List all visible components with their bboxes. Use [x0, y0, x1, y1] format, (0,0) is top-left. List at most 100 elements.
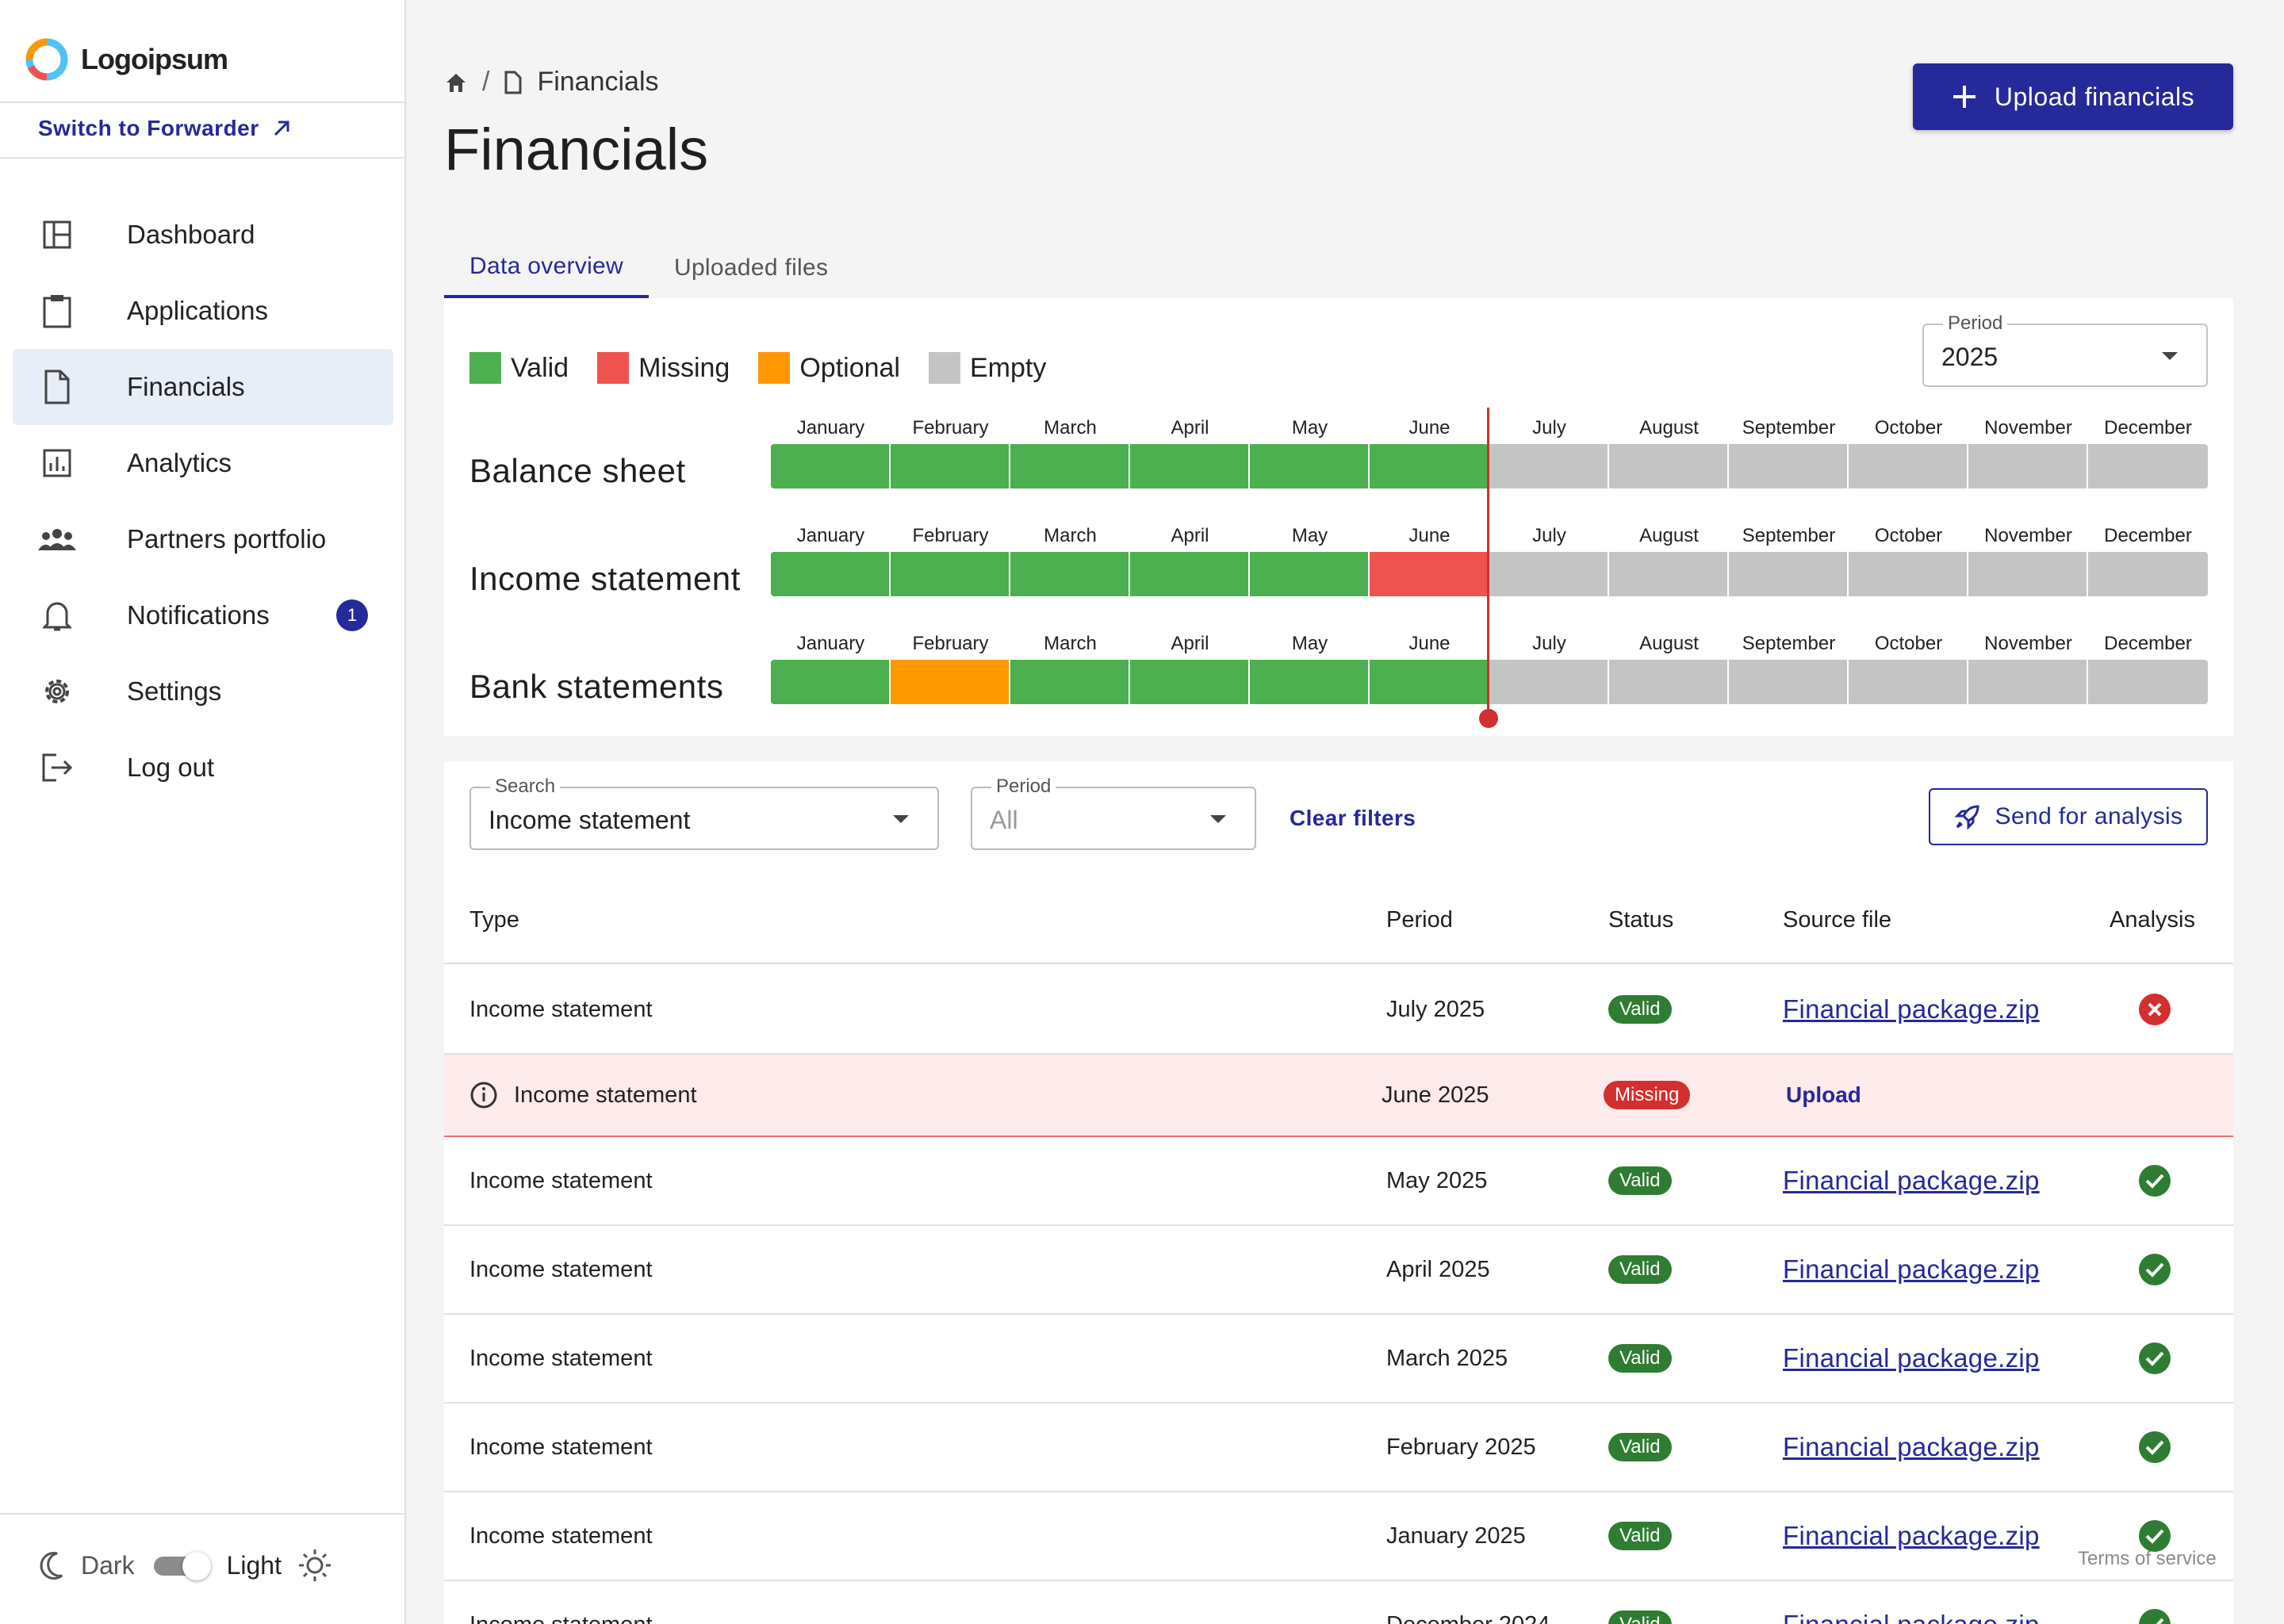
document-icon [504, 71, 522, 94]
sidebar: Logoipsum Switch to Forwarder Dashboard … [0, 0, 406, 1624]
timeline-segment-valid[interactable] [1130, 660, 1250, 704]
source-file-link[interactable]: Financial package.zip [1783, 1166, 2040, 1196]
timeline-segment-empty[interactable] [1609, 552, 1729, 596]
source-file-link[interactable]: Financial package.zip [1783, 1432, 2040, 1462]
timeline-segment-empty[interactable] [1849, 552, 1968, 596]
upload-financials-button[interactable]: Upload financials [1913, 63, 2233, 130]
column-header-analysis[interactable]: Analysis [2110, 875, 2195, 964]
month-label: August [1639, 525, 1699, 546]
source-file-link[interactable]: Financial package.zip [1783, 1610, 2040, 1624]
timeline-segment-valid[interactable] [891, 444, 1010, 488]
sidebar-item-partners-portfolio[interactable]: Partners portfolio [13, 501, 393, 577]
sidebar-item-analytics[interactable]: Analytics [13, 425, 393, 501]
timeline-segment-empty[interactable] [1968, 552, 2088, 596]
tab-uploaded-files[interactable]: Uploaded files [649, 238, 853, 298]
sidebar-item-label: Log out [127, 753, 215, 782]
terms-of-service-link[interactable]: Terms of service [2078, 1548, 2217, 1570]
source-file-link[interactable]: Financial package.zip [1783, 1521, 2040, 1551]
month-label: November [1984, 417, 2072, 439]
switch-to-forwarder-link[interactable]: Switch to Forwarder [38, 116, 293, 141]
timeline-segment-empty[interactable] [2088, 660, 2208, 704]
rocket-icon [1953, 805, 1979, 830]
month-label: February [912, 633, 989, 654]
sidebar-item-financials[interactable]: Financials [13, 349, 393, 425]
timeline-segment-empty[interactable] [1489, 552, 1609, 596]
sidebar-divider [0, 102, 406, 103]
sidebar-item-settings[interactable]: Settings [13, 653, 393, 730]
timeline-segment-valid[interactable] [771, 444, 891, 488]
logo[interactable]: Logoipsum [24, 36, 228, 82]
timeline-segment-empty[interactable] [1849, 444, 1968, 488]
cell-type: Income statement [469, 1434, 653, 1460]
column-header-period[interactable]: Period [1386, 875, 1453, 964]
timeline-segment-empty[interactable] [1968, 444, 2088, 488]
timeline-segment-empty[interactable] [1609, 444, 1729, 488]
timeline-segment-valid[interactable] [771, 552, 891, 596]
sidebar-item-notifications[interactable]: Notifications 1 [13, 577, 393, 653]
table-header: Type Period Status Source file Analysis [444, 875, 2233, 964]
current-month-marker [1487, 408, 1489, 718]
timeline-segment-valid[interactable] [1250, 552, 1370, 596]
tab-data-overview[interactable]: Data overview [444, 238, 649, 298]
source-file-link[interactable]: Financial package.zip [1783, 994, 2040, 1025]
overview-period-select[interactable]: Period 2025 [1922, 312, 2208, 387]
timeline-segment-optional[interactable] [891, 660, 1010, 704]
timeline-segment-empty[interactable] [1489, 444, 1609, 488]
timeline-segment-valid[interactable] [1010, 660, 1130, 704]
table-row[interactable]: Income statement April 2025 Valid Financial… [444, 1226, 2233, 1315]
timeline-segment-empty[interactable] [1729, 660, 1849, 704]
sidebar-item-applications[interactable]: Applications [13, 273, 393, 349]
month-label: February [912, 525, 989, 546]
timeline-segment-valid[interactable] [1370, 444, 1489, 488]
table-row[interactable]: Income statement December 2024 Valid Financ… [444, 1581, 2233, 1624]
sidebar-item-label: Analytics [127, 448, 232, 477]
month-label: October [1874, 417, 1943, 439]
month-label: July [1532, 417, 1566, 439]
timeline-segment-empty[interactable] [1489, 660, 1609, 704]
timeline-segment-empty[interactable] [1729, 444, 1849, 488]
table-row[interactable]: Income statement July 2025 Valid Financial … [444, 966, 2233, 1055]
timeline-segment-empty[interactable] [1968, 660, 2088, 704]
table-row[interactable]: Income statement May 2025 Valid Financial p… [444, 1137, 2233, 1226]
timeline-segment-valid[interactable] [891, 552, 1010, 596]
bar-chart-icon [38, 444, 76, 482]
timeline-segment-missing[interactable] [1370, 552, 1489, 596]
timeline-segment-valid[interactable] [1370, 660, 1489, 704]
timeline-segment-empty[interactable] [1729, 552, 1849, 596]
timeline-segment-valid[interactable] [1250, 660, 1370, 704]
period-filter-select[interactable]: Period All [971, 776, 1256, 850]
month-label: March [1044, 417, 1097, 439]
source-file-link[interactable]: Financial package.zip [1783, 1343, 2040, 1373]
timeline-segment-valid[interactable] [1130, 444, 1250, 488]
timeline-segment-empty[interactable] [1609, 660, 1729, 704]
home-icon[interactable] [444, 71, 468, 94]
timeline-segment-empty[interactable] [2088, 552, 2208, 596]
search-select[interactable]: Search Income statement [469, 776, 939, 850]
table-row[interactable]: Income statement March 2025 Valid Financial… [444, 1315, 2233, 1404]
column-header-status[interactable]: Status [1608, 875, 1673, 964]
timeline-segment-valid[interactable] [1010, 444, 1130, 488]
table-row[interactable]: Income statement January 2025 Valid Financi… [444, 1492, 2233, 1581]
cell-analysis [2138, 1315, 2171, 1402]
column-header-source-file[interactable]: Source file [1783, 875, 1891, 964]
timeline-segment-valid[interactable] [1010, 552, 1130, 596]
timeline-segment-valid[interactable] [771, 660, 891, 704]
sidebar-item-log-out[interactable]: Log out [13, 730, 393, 806]
sidebar-item-dashboard[interactable]: Dashboard [13, 197, 393, 273]
clear-filters-link[interactable]: Clear filters [1290, 806, 1416, 831]
upload-link[interactable]: Upload [1786, 1082, 1861, 1108]
breadcrumb-current: Financials [537, 67, 659, 97]
info-icon[interactable] [469, 1081, 498, 1109]
timeline-segment-empty[interactable] [1849, 660, 1968, 704]
cell-source: Financial package.zip [1783, 966, 2040, 1053]
timeline-segment-empty[interactable] [2088, 444, 2208, 488]
timeline-segment-valid[interactable] [1250, 444, 1370, 488]
column-header-type[interactable]: Type [469, 875, 519, 964]
send-for-analysis-button[interactable]: Send for analysis [1929, 788, 2208, 845]
source-file-link[interactable]: Financial package.zip [1783, 1254, 2040, 1285]
theme-toggle[interactable] [151, 1552, 211, 1580]
timeline-segment-valid[interactable] [1130, 552, 1250, 596]
table-row[interactable]: Income statement February 2025 Valid Financ… [444, 1404, 2233, 1492]
status-badge: Missing [1604, 1081, 1691, 1109]
table-row[interactable]: Income statement June 2025 Missing Upload [444, 1055, 2233, 1137]
